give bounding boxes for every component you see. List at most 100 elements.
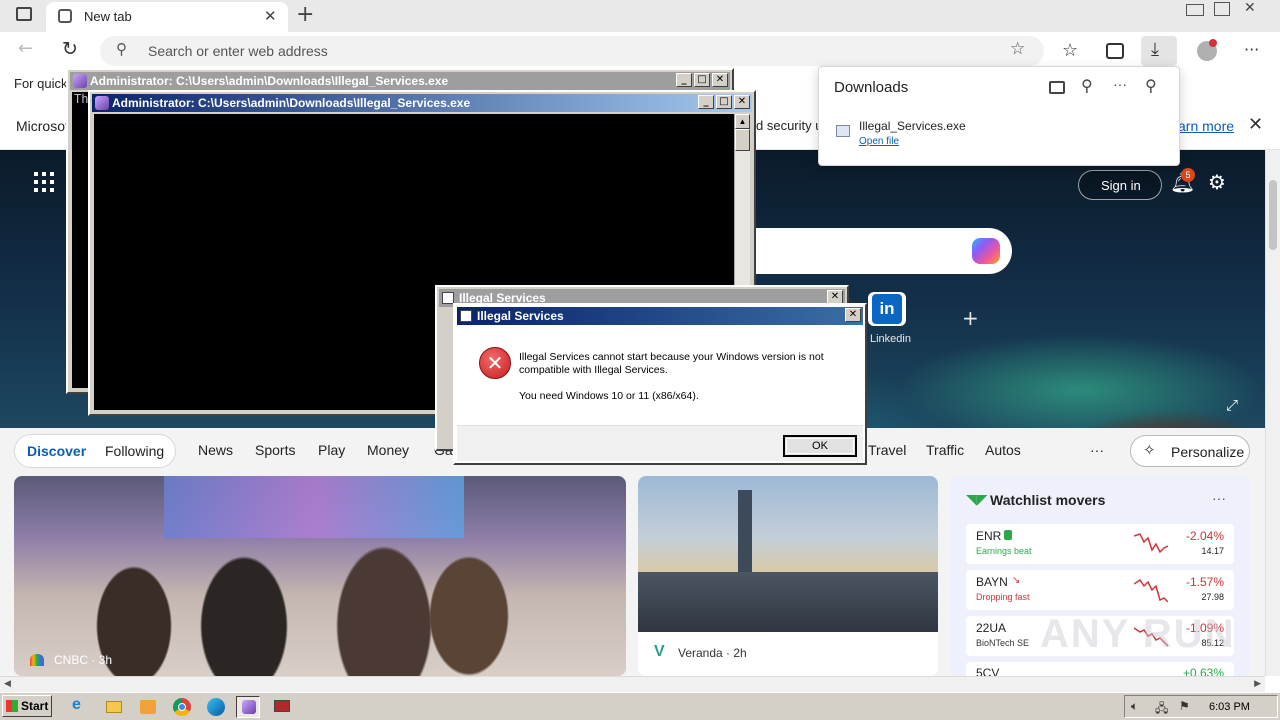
maximize-icon[interactable]: □	[694, 73, 710, 87]
watchlist-row[interactable]: 5CV +0.63%	[966, 662, 1234, 676]
exe-file-icon	[836, 125, 850, 137]
anyrun-watermark-logo: ANY RUN	[1040, 612, 1236, 656]
close-icon[interactable]: ✕	[734, 95, 750, 109]
profile-alert-icon	[1209, 39, 1217, 47]
page-horizontal-scrollbar[interactable]: ◀ ▶	[0, 676, 1265, 692]
internet-explorer-icon[interactable]: e	[68, 696, 92, 718]
pin-icon[interactable]: ⚲	[1145, 76, 1157, 96]
error-dialog-front[interactable]: Illegal Services ✕ ✕ Illegal Services ca…	[453, 303, 867, 465]
address-bar[interactable]: ⚲ Search or enter web address ☆	[100, 36, 1044, 66]
tab-following[interactable]: Following	[105, 443, 164, 459]
start-button[interactable]: Start	[2, 695, 52, 717]
downloads-title: Downloads	[834, 79, 909, 96]
add-site-icon[interactable]: +	[962, 306, 979, 330]
add-favorite-icon[interactable]: ☆	[1010, 39, 1025, 59]
tv-screen-image	[164, 476, 464, 538]
dialog-app-icon	[460, 310, 472, 322]
network-icon[interactable]: 🖧︎	[1155, 699, 1168, 720]
restore-icon[interactable]	[1214, 2, 1230, 16]
scroll-left-icon[interactable]: ◀	[4, 678, 11, 689]
downloads-more-icon[interactable]: ···	[1113, 76, 1127, 92]
cnbc-logo-icon	[30, 654, 44, 666]
tab-autos[interactable]: Autos	[985, 442, 1021, 458]
flag-icon[interactable]: ⚑	[1179, 699, 1190, 713]
watchlist-icon: ◥◤	[966, 491, 988, 507]
settings-more-icon[interactable]: ···	[1244, 40, 1259, 59]
back-icon[interactable]: ←	[18, 38, 33, 59]
favorites-bar-text: For quick	[14, 76, 68, 91]
dialog-title-bar[interactable]: Illegal Services	[457, 307, 863, 325]
scrollbar-thumb[interactable]	[735, 129, 750, 151]
web-search-box[interactable]	[750, 228, 1012, 274]
new-tab-plus-icon[interactable]: +	[296, 2, 314, 27]
tab-new-tab[interactable]: New tab ✕	[46, 2, 288, 32]
card2-source: Veranda · 2h	[678, 646, 747, 660]
personalize-button[interactable]: ✧ Personalize	[1130, 435, 1250, 467]
tab-sports[interactable]: Sports	[255, 442, 295, 458]
infobar-close-icon[interactable]: ✕	[1248, 114, 1263, 135]
stock-symbol: 22UA	[976, 621, 1007, 635]
buildings-image	[638, 572, 938, 632]
edge-icon[interactable]	[204, 696, 228, 718]
search-downloads-icon[interactable]: ⚲	[1081, 76, 1093, 96]
sign-in-button[interactable]: Sign in	[1078, 170, 1162, 200]
infobar-text-mid: d security u	[756, 118, 823, 133]
tab-travel[interactable]: Travel	[868, 442, 906, 458]
tab-money[interactable]: Money	[367, 442, 409, 458]
tab-discover[interactable]: Discover	[27, 443, 86, 459]
close-window-icon[interactable]: ✕	[1244, 0, 1256, 16]
close-icon[interactable]: ✕	[827, 290, 843, 304]
linkedin-tile[interactable]: in	[868, 292, 906, 326]
ok-button[interactable]: OK	[783, 435, 857, 457]
copilot-icon[interactable]	[972, 238, 1000, 264]
tab-actions-icon[interactable]	[16, 7, 32, 21]
console-title: Administrator: C:\Users\admin\Downloads\…	[112, 96, 471, 110]
stock-change: -2.04%	[1185, 529, 1224, 543]
download-file-name[interactable]: Illegal_Services.exe	[859, 119, 966, 133]
expand-background-icon[interactable]: ⤢	[1226, 396, 1238, 414]
minimize-icon[interactable]: _	[676, 73, 692, 87]
scroll-up-icon[interactable]: ▲	[735, 114, 750, 129]
console-title-bar[interactable]: Administrator: C:\Users\admin\Downloads\…	[92, 94, 752, 112]
console-text: Th	[74, 92, 89, 106]
watchlist-row[interactable]: BAYN ↘ Dropping fast -1.57% 27.98	[966, 570, 1234, 610]
chrome-icon[interactable]	[170, 696, 194, 718]
scrollbar-thumb[interactable]	[1269, 180, 1277, 250]
close-icon[interactable]: ✕	[845, 308, 861, 322]
close-tab-icon[interactable]: ✕	[264, 7, 277, 25]
volume-icon[interactable]: 🔈︎	[1131, 699, 1138, 714]
minimize-icon[interactable]: _	[698, 95, 714, 109]
downloads-button[interactable]: ⤓	[1141, 36, 1177, 66]
learn-more-link[interactable]: arn more	[1178, 118, 1234, 134]
watchlist-more-icon[interactable]: ···	[1212, 490, 1226, 506]
minimize-icon[interactable]	[1186, 4, 1204, 16]
refresh-icon[interactable]: ↻	[62, 38, 78, 60]
close-icon[interactable]: ✕	[712, 73, 728, 87]
console-app-taskbar-icon[interactable]	[236, 696, 260, 718]
console-title-bar[interactable]: Administrator: C:\Users\admin\Downloads\…	[70, 72, 730, 90]
open-file-link[interactable]: Open file	[859, 136, 899, 147]
newtab-icon	[58, 9, 72, 23]
news-card-veranda[interactable]: V Veranda · 2h	[638, 476, 938, 676]
media-player-icon[interactable]	[136, 696, 160, 718]
watchlist-row[interactable]: ENR Earnings beat -2.04% 14.17	[966, 524, 1234, 564]
personalize-icon: ✧	[1143, 442, 1156, 459]
dialog-app-taskbar-icon[interactable]	[270, 696, 294, 718]
page-settings-icon[interactable]: ⚙	[1208, 170, 1226, 194]
scroll-right-icon[interactable]: ▶	[1254, 678, 1261, 689]
page-vertical-scrollbar[interactable]	[1265, 150, 1280, 676]
tab-traffic[interactable]: Traffic	[926, 442, 964, 458]
favorites-icon[interactable]: ☆	[1062, 40, 1078, 61]
tab-play[interactable]: Play	[318, 442, 345, 458]
news-card-main[interactable]: CNBC · 3h	[14, 476, 626, 676]
maximize-icon[interactable]: □	[716, 95, 732, 109]
dialog-message-line1: Illegal Services cannot start because yo…	[519, 351, 824, 363]
folder-icon[interactable]	[102, 696, 126, 718]
profile-avatar[interactable]	[1197, 39, 1217, 61]
tab-news[interactable]: News	[198, 442, 233, 458]
apps-grid-icon[interactable]	[34, 172, 54, 192]
more-tabs-icon[interactable]: ···	[1090, 442, 1104, 458]
open-folder-icon[interactable]	[1049, 81, 1065, 94]
collections-icon[interactable]	[1106, 43, 1124, 59]
card1-source: CNBC · 3h	[54, 653, 113, 667]
